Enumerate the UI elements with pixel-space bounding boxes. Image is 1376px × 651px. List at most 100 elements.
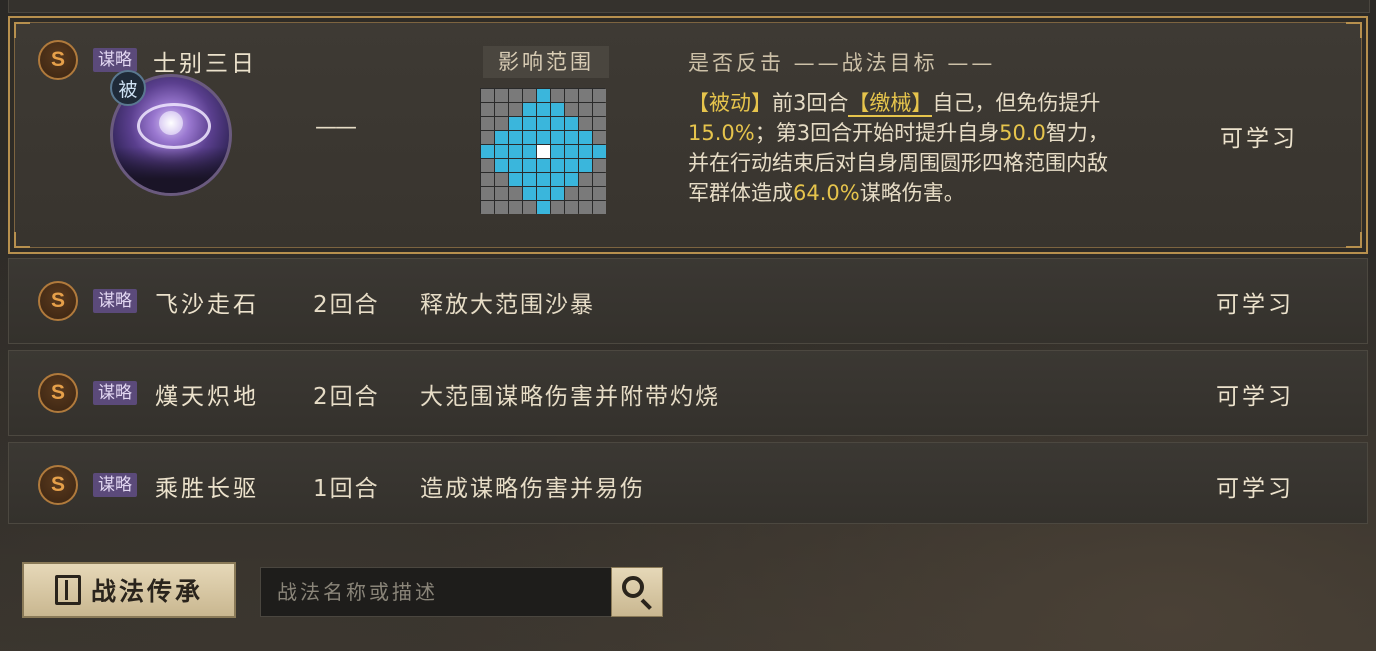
skill-turns: —— bbox=[315, 115, 357, 140]
skill-turns: 2回合 bbox=[313, 292, 380, 318]
skill-name: 飞沙走石 bbox=[155, 292, 259, 318]
grid-cell-affected bbox=[481, 145, 494, 158]
grid-cell-affected bbox=[495, 145, 508, 158]
grid-cell bbox=[551, 89, 564, 102]
grid-cell-affected bbox=[565, 173, 578, 186]
grid-cell bbox=[481, 201, 494, 214]
grid-cell bbox=[551, 201, 564, 214]
grid-cell bbox=[593, 201, 606, 214]
figure-silhouette bbox=[113, 147, 229, 193]
grid-cell-affected bbox=[523, 117, 536, 130]
grid-cell-affected bbox=[551, 187, 564, 200]
grid-cell bbox=[579, 187, 592, 200]
description-segment: ；第3回合开始时提升自身 bbox=[754, 121, 1000, 145]
eye-pupil bbox=[159, 111, 183, 135]
search-icon bbox=[622, 576, 644, 598]
grid-cell-affected bbox=[579, 131, 592, 144]
grid-cell-affected bbox=[537, 201, 550, 214]
grid-cell bbox=[523, 201, 536, 214]
skill-turns: 2回合 bbox=[313, 384, 380, 410]
learn-status[interactable]: 可学习 bbox=[1216, 469, 1294, 503]
grid-cell bbox=[579, 103, 592, 116]
skill-description: 大范围谋略伤害并附带灼烧 bbox=[420, 384, 720, 410]
grid-cell-affected bbox=[495, 131, 508, 144]
skill-description: 释放大范围沙暴 bbox=[420, 292, 595, 318]
learn-status[interactable]: 可学习 bbox=[1220, 119, 1298, 153]
grid-cell bbox=[579, 89, 592, 102]
grid-cell-affected bbox=[509, 173, 522, 186]
grid-cell-affected bbox=[551, 131, 564, 144]
grid-cell-affected bbox=[509, 145, 522, 158]
frame-corner bbox=[14, 232, 30, 248]
grid-cell bbox=[481, 103, 494, 116]
grid-cell-affected bbox=[523, 103, 536, 116]
grid-cell-affected bbox=[523, 131, 536, 144]
book-icon bbox=[54, 575, 81, 605]
grid-cell bbox=[593, 159, 606, 172]
search-input[interactable]: 战法名称或描述 bbox=[260, 567, 612, 617]
grid-cell-affected bbox=[537, 131, 550, 144]
description-segment: 50.0 bbox=[999, 121, 1046, 145]
grade-badge: S bbox=[38, 465, 78, 505]
previous-row-edge bbox=[8, 0, 1370, 13]
type-tag: 谋略 bbox=[93, 48, 137, 72]
description-segment: 15.0% bbox=[688, 121, 755, 145]
grid-cell-affected bbox=[509, 159, 522, 172]
skill-description: 造成谋略伤害并易伤 bbox=[420, 476, 645, 502]
grid-cell-affected bbox=[537, 187, 550, 200]
grid-cell-affected bbox=[565, 159, 578, 172]
grid-cell-affected bbox=[495, 159, 508, 172]
grid-cell bbox=[565, 103, 578, 116]
grid-cell bbox=[481, 117, 494, 130]
grid-cell bbox=[509, 103, 522, 116]
grid-cell bbox=[565, 187, 578, 200]
frame-corner bbox=[1346, 22, 1362, 38]
grid-cell bbox=[481, 159, 494, 172]
learn-status[interactable]: 可学习 bbox=[1216, 285, 1294, 319]
learn-status[interactable]: 可学习 bbox=[1216, 377, 1294, 411]
grid-cell-affected bbox=[565, 117, 578, 130]
grid-cell-affected bbox=[537, 89, 550, 102]
search-button[interactable] bbox=[611, 567, 663, 617]
description-segment: 【被动】 bbox=[688, 91, 772, 115]
grid-cell bbox=[593, 187, 606, 200]
type-tag: 谋略 bbox=[93, 289, 137, 313]
search-icon-handle bbox=[640, 598, 652, 610]
grid-cell-affected bbox=[551, 145, 564, 158]
grid-cell bbox=[481, 173, 494, 186]
grid-cell-affected bbox=[537, 173, 550, 186]
grid-cell-affected bbox=[551, 159, 564, 172]
grid-cell-affected bbox=[509, 131, 522, 144]
grid-cell bbox=[481, 89, 494, 102]
grid-cell bbox=[495, 187, 508, 200]
skill-name: 乘胜长驱 bbox=[155, 476, 259, 502]
skill-description: 【被动】前3回合【缴械】自己，但免伤提升 15.0%；第3回合开始时提升自身50.… bbox=[688, 88, 1128, 208]
grade-badge: S bbox=[38, 373, 78, 413]
grid-cell-affected bbox=[551, 103, 564, 116]
range-label: 影响范围 bbox=[483, 46, 609, 78]
grid-cell bbox=[579, 173, 592, 186]
frame-corner bbox=[14, 22, 30, 38]
grid-cell bbox=[495, 173, 508, 186]
grid-cell bbox=[565, 89, 578, 102]
description-segment: 前3回合 bbox=[772, 91, 849, 115]
range-grid bbox=[480, 88, 606, 214]
description-segment: 【缴械】 bbox=[848, 91, 933, 117]
skill-turns: 1回合 bbox=[313, 476, 380, 502]
grid-cell-affected bbox=[537, 159, 550, 172]
grid-cell bbox=[593, 173, 606, 186]
grid-cell-affected bbox=[565, 145, 578, 158]
grid-cell bbox=[481, 187, 494, 200]
grid-cell-affected bbox=[579, 159, 592, 172]
grid-cell bbox=[579, 117, 592, 130]
grid-cell-affected bbox=[551, 173, 564, 186]
grid-cell bbox=[579, 201, 592, 214]
grade-badge: S bbox=[38, 40, 78, 80]
grid-cell bbox=[593, 103, 606, 116]
grid-cell bbox=[523, 89, 536, 102]
grid-cell bbox=[593, 89, 606, 102]
grid-cell-affected bbox=[593, 145, 606, 158]
inherit-button[interactable]: 战法传承 bbox=[22, 562, 236, 618]
type-tag: 谋略 bbox=[93, 381, 137, 405]
grid-cell-affected bbox=[523, 173, 536, 186]
